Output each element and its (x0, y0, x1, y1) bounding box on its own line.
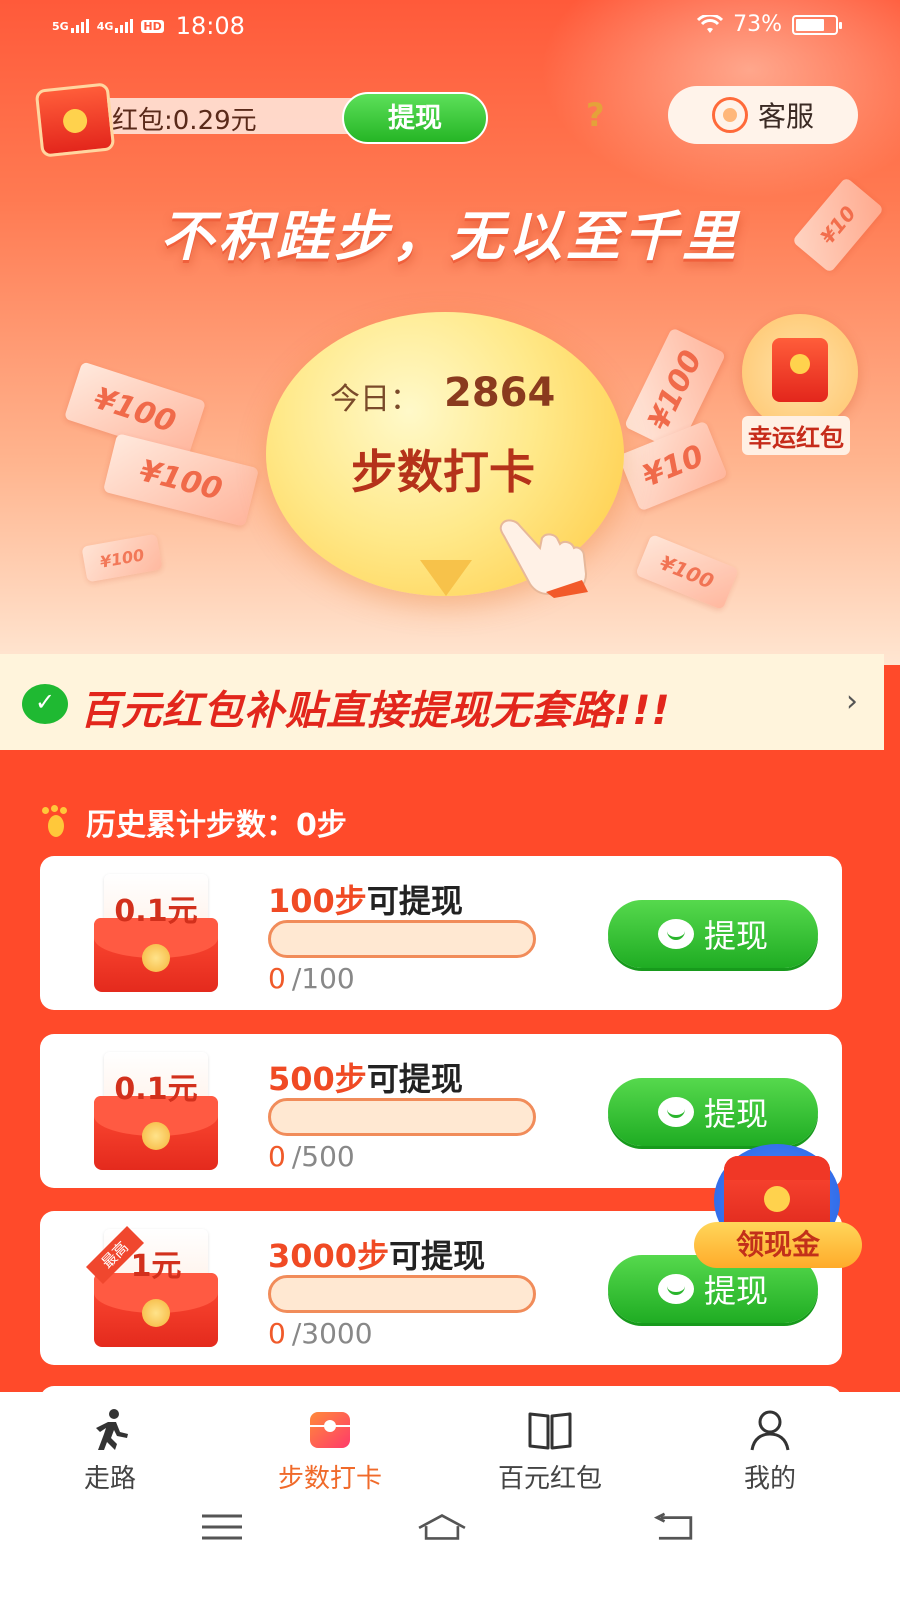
progress-bar (268, 1098, 536, 1136)
pointing-hand-icon (499, 519, 588, 598)
history-steps: 历史累计步数：0步 (40, 800, 347, 844)
red-packet-icon (34, 82, 116, 158)
promo-banner-text[interactable]: 百元红包补贴直接提现无套路!!! (80, 678, 671, 736)
withdraw-label: 提现 (703, 917, 768, 955)
bill-decoration: ¥100 (81, 533, 163, 583)
red-envelope-icon: 1元 最高 (86, 1226, 218, 1347)
bill-decoration: ¥100 (635, 533, 739, 611)
wifi-icon (697, 14, 724, 33)
status-bar: 5G 4G HD 18:08 73% (0, 0, 900, 56)
tab-me-label: 我的 (743, 1464, 796, 1494)
chat-bubble-icon (657, 1274, 694, 1304)
withdraw-label: 提现 (703, 1095, 768, 1133)
customer-service-button[interactable]: 客服 (668, 86, 858, 144)
tab-walk[interactable]: 走路 (20, 1400, 200, 1496)
wallet-icon (310, 1412, 350, 1448)
wechat-icon (22, 684, 68, 724)
lucky-red-packet-button[interactable] (742, 314, 858, 430)
task-goal: 500步可提现 (268, 1060, 463, 1098)
today-label: 今日： (330, 382, 420, 417)
battery-percent: 73% (733, 12, 782, 37)
withdraw-label: 提现 (703, 1272, 768, 1310)
task-card: 0.1元 100步可提现 0/100 提现 (40, 856, 842, 1010)
task-goal: 3000步可提现 (268, 1237, 486, 1275)
progress-bar (268, 1275, 536, 1313)
balance-text: 红包:0.29元 (112, 106, 257, 136)
balance-pill: 红包:0.29元 提现 (34, 82, 498, 158)
person-icon (750, 1410, 790, 1451)
reward-amount: 0.1元 (114, 1072, 198, 1107)
red-envelope-icon: 0.1元 (94, 874, 218, 992)
book-icon (528, 1412, 572, 1450)
bubble-tail (420, 560, 472, 596)
progress-count: 0/500 (268, 1140, 355, 1173)
footprint-icon (40, 805, 74, 839)
chat-bubble-icon (657, 919, 694, 949)
progress-count: 0/3000 (268, 1317, 373, 1350)
help-icon[interactable]: ? (586, 96, 605, 134)
progress-bar (268, 920, 536, 958)
progress-count: 0/100 (268, 962, 355, 995)
history-steps-label: 历史累计步数：0步 (86, 808, 347, 843)
get-cash-label[interactable]: 领现金 (694, 1222, 862, 1268)
tab-step-checkin[interactable]: 步数打卡 (240, 1400, 420, 1496)
slogan: 不积跬步，无以至千里 (160, 205, 740, 268)
walk-icon (96, 1409, 128, 1450)
task-card: 0.1元 500步可提现 0/500 提现 (40, 1034, 842, 1188)
battery-icon (792, 14, 842, 35)
withdraw-button[interactable]: 提现 (608, 1078, 818, 1146)
withdraw-button[interactable]: 提现 (608, 900, 818, 968)
chevron-right-icon[interactable]: › (846, 684, 858, 719)
headset-icon (711, 97, 748, 133)
chat-bubble-icon (657, 1097, 694, 1127)
tab-red-packet-label: 百元红包 (497, 1464, 602, 1494)
clock: 18:08 (175, 12, 245, 40)
tab-red-packet[interactable]: 百元红包 (460, 1400, 640, 1496)
red-envelope-icon: 0.1元 (94, 1052, 218, 1170)
customer-service-label: 客服 (757, 100, 814, 133)
tab-walk-label: 走路 (83, 1464, 136, 1494)
task-goal: 100步可提现 (268, 882, 463, 920)
tab-me[interactable]: 我的 (680, 1400, 860, 1496)
signal-4g-icon: 4G (97, 19, 134, 33)
tab-step-checkin-label: 步数打卡 (277, 1464, 382, 1494)
lucky-red-packet-label[interactable]: 幸运红包 (742, 416, 850, 455)
home-icon[interactable] (412, 1512, 472, 1542)
menu-icon[interactable] (200, 1512, 244, 1542)
signal-5g-icon: 5G (52, 19, 89, 33)
hd-badge: HD (141, 19, 164, 33)
red-envelope-icon (772, 338, 828, 402)
reward-amount: 0.1元 (114, 894, 198, 929)
back-icon[interactable] (650, 1512, 696, 1542)
today-steps: 2864 (444, 370, 556, 416)
withdraw-button-top[interactable]: 提现 (342, 92, 488, 144)
